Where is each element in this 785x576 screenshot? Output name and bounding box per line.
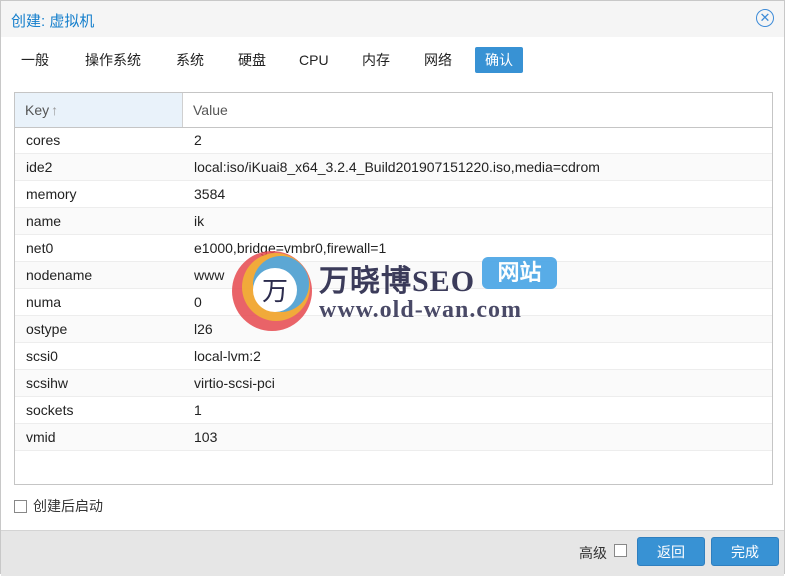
row-value: 2 [194,132,202,148]
row-key: ostype [26,321,68,337]
row-value: 0 [194,294,202,310]
row-value: local:iso/iKuai8_x64_3.2.4_Build20190715… [194,159,600,175]
watermark-logo: 万 [232,251,312,331]
row-value: www [194,267,225,283]
table-row[interactable]: name ik [15,208,772,235]
row-key: scsihw [26,375,69,391]
sort-ascending-arrow-icon: ↑ [51,102,59,118]
row-value: virtio-scsi-pci [194,375,275,391]
table-row[interactable]: ide2 local:iso/iKuai8_x64_3.2.4_Build2019… [15,154,772,181]
row-key: nodename [26,267,93,283]
watermark-name: 万晓博SEO [319,265,476,298]
tab-network[interactable]: 网络 [414,47,462,73]
tab-disk[interactable]: 硬盘 [228,47,276,73]
column-value-label: Value [193,102,228,118]
close-icon[interactable]: ✕ [756,9,774,27]
row-key: cores [26,132,61,148]
watermark-url: www.old-wan.com [319,297,523,323]
row-value: 1 [194,402,202,418]
dialog-footer: 高级 返回 完成 [1,530,784,576]
row-key: ide2 [26,159,53,175]
table-row[interactable]: vmid 103 [15,424,772,451]
row-value: local-lvm:2 [194,348,261,364]
row-key: vmid [26,429,56,445]
advanced-label: 高级 [579,545,607,561]
row-key: sockets [26,402,74,418]
row-value: ik [194,213,205,229]
tab-cpu[interactable]: CPU [289,47,339,73]
row-key: name [26,213,62,229]
back-button[interactable]: 返回 [637,537,705,566]
column-header-value[interactable]: Value [183,93,772,127]
tab-confirm[interactable]: 确认 [475,47,523,73]
row-value: 3584 [194,186,226,202]
column-key-label: Key [25,102,50,118]
table-row[interactable]: scsihw virtio-scsi-pci [15,370,772,397]
row-key: net0 [26,240,54,256]
table-row[interactable]: sockets 1 [15,397,772,424]
grid-header: Key ↑ Value [15,93,772,128]
dialog-titlebar: 创建: 虚拟机 ✕ [1,1,784,37]
finish-button[interactable]: 完成 [711,537,779,566]
start-after-create-option[interactable]: 创建后启动 [14,497,103,515]
watermark-logo-char: 万 [262,277,288,307]
row-key: numa [26,294,62,310]
row-key: memory [26,186,77,202]
start-after-create-checkbox[interactable] [14,500,27,513]
table-row[interactable]: cores 2 [15,127,772,154]
watermark-badge: 网站 [482,257,557,289]
table-row[interactable]: scsi0 local-lvm:2 [15,343,772,370]
row-value: l26 [194,321,213,337]
tab-memory[interactable]: 内存 [352,47,400,73]
row-value: 103 [194,429,218,445]
tab-os[interactable]: 操作系统 [75,47,151,73]
dialog-title: 创建: 虚拟机 [11,13,95,30]
row-key: scsi0 [26,348,58,364]
create-vm-dialog: 创建: 虚拟机 ✕ 一般 操作系统 系统 硬盘 CPU 内存 网络 确认 Key… [0,0,785,576]
advanced-checkbox[interactable] [614,544,627,557]
tab-general[interactable]: 一般 [11,47,59,73]
table-row[interactable]: memory 3584 [15,181,772,208]
column-header-key[interactable]: Key ↑ [15,93,183,127]
start-after-create-label: 创建后启动 [33,498,103,514]
tab-system[interactable]: 系统 [166,47,214,73]
